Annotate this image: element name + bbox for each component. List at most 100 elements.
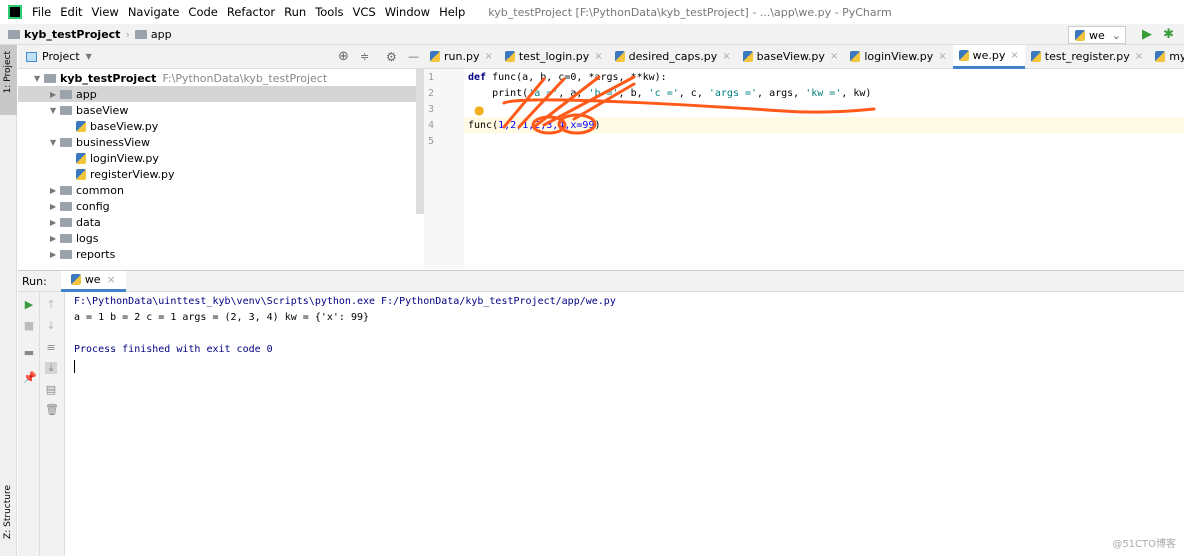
console-line: Process finished with exit code 0 — [74, 344, 273, 355]
folder-icon — [8, 29, 20, 39]
tab-label: test_login.py — [518, 50, 590, 63]
tree-item[interactable]: ▶ common — [50, 182, 124, 198]
chevron-down-icon[interactable]: ▼ — [50, 106, 60, 115]
breadcrumb-project[interactable]: kyb_testProject — [24, 28, 120, 41]
tab-myunit[interactable]: myunit.py× — [1149, 45, 1184, 69]
tree-item-path: F:\PythonData\kyb_testProject — [162, 71, 328, 85]
rerun-icon[interactable]: ▶ — [23, 299, 35, 311]
menu-vcs[interactable]: VCS — [353, 5, 376, 19]
tree-item[interactable]: ▶ reports — [50, 246, 115, 262]
chevron-down-icon[interactable]: ▼ — [50, 138, 60, 147]
menu-file[interactable]: File — [32, 5, 51, 19]
close-icon[interactable]: × — [107, 273, 116, 286]
chevron-right-icon[interactable]: ▶ — [50, 186, 60, 195]
pycharm-logo-icon — [8, 5, 22, 19]
chevron-right-icon[interactable]: ▶ — [50, 218, 60, 227]
stop-icon[interactable]: ■ — [23, 320, 35, 332]
gear-icon[interactable]: ⚙ — [386, 50, 397, 64]
tree-item[interactable]: registerView.py — [66, 166, 175, 182]
tree-item[interactable]: ▼ baseView — [50, 102, 128, 118]
debug-icon[interactable]: ✱ — [1163, 27, 1174, 42]
folder-icon — [60, 201, 72, 211]
tab-desired-caps[interactable]: desired_caps.py × — [609, 45, 737, 69]
chevron-down-icon[interactable]: ▼ — [34, 74, 44, 83]
menu-help[interactable]: Help — [439, 5, 465, 19]
tab-we[interactable]: we.py × — [952, 44, 1025, 69]
python-icon — [1155, 51, 1166, 62]
run-config-select[interactable]: we ⌄ — [1068, 26, 1126, 44]
tab-label: myunit.py — [1169, 50, 1184, 63]
python-icon — [504, 51, 515, 62]
tree-item-label: baseView.py — [90, 119, 159, 133]
close-icon[interactable]: × — [1010, 50, 1018, 61]
console-line: F:\PythonData\uinttest_kyb\venv\Scripts\… — [74, 296, 616, 307]
close-icon[interactable]: × — [830, 51, 838, 62]
print-icon[interactable]: ▤ — [45, 384, 57, 396]
menu-tools[interactable]: Tools — [315, 5, 343, 19]
console-output[interactable]: F:\PythonData\uinttest_kyb\venv\Scripts\… — [65, 292, 1184, 556]
arrow-up-icon[interactable]: ↑ — [45, 299, 57, 311]
arrow-down-icon[interactable]: ↓ — [45, 320, 57, 332]
text-cursor — [74, 360, 75, 373]
chevron-right-icon[interactable]: ▶ — [50, 250, 60, 259]
trash-icon[interactable]: 🗑 — [45, 404, 59, 416]
run-icon[interactable]: ▶ — [1142, 27, 1152, 42]
tree-item[interactable]: baseView.py — [66, 118, 158, 134]
menu-navigate[interactable]: Navigate — [128, 5, 180, 19]
project-view-select[interactable]: Project — [42, 50, 80, 63]
python-icon — [1030, 51, 1041, 62]
menu-run[interactable]: Run — [284, 5, 306, 19]
locate-icon[interactable]: ⊕ — [338, 49, 349, 64]
chevron-right-icon[interactable]: ▶ — [50, 202, 60, 211]
chevron-right-icon[interactable]: ▶ — [50, 90, 60, 99]
close-icon[interactable]: × — [1135, 51, 1143, 62]
tab-label: baseView.py — [756, 50, 825, 63]
tab-baseView[interactable]: baseView.py × — [737, 45, 845, 69]
tree-item[interactable]: ▶ logs — [50, 230, 99, 246]
project-tool-button[interactable]: 1: Project — [3, 51, 13, 93]
tab-test-login[interactable]: test_login.py × — [499, 45, 609, 69]
close-icon[interactable]: × — [484, 51, 492, 62]
chevron-down-icon[interactable]: ▼ — [86, 52, 92, 61]
scroll-to-end-icon[interactable]: ⤓ — [45, 362, 57, 374]
menu-code[interactable]: Code — [188, 5, 217, 19]
pin-icon[interactable]: 📌 — [23, 372, 37, 384]
menu-window[interactable]: Window — [385, 5, 430, 19]
run-tab-we[interactable]: we × — [60, 270, 126, 292]
structure-tool-button[interactable]: Z: Structure — [3, 485, 13, 539]
menu-view[interactable]: View — [92, 5, 119, 19]
menu-refactor[interactable]: Refactor — [227, 5, 275, 19]
tree-item-label: baseView — [76, 103, 129, 117]
close-icon[interactable]: × — [722, 51, 730, 62]
tab-loginView[interactable]: loginView.py × — [844, 45, 952, 69]
code-editor[interactable]: 1 2 3 4 5 def func(a, b, c=0, *args, **k… — [424, 69, 1184, 269]
close-icon[interactable]: × — [938, 51, 946, 62]
run-toolbar-secondary: ↑ ↓ ≡ ⤓ ▤ 🗑 — [40, 292, 65, 556]
project-panel-header: Project ▼ ⊕ ≑ ⚙ — — [18, 45, 424, 69]
folder-icon — [60, 185, 72, 195]
folder-icon — [134, 29, 147, 39]
tab-test-register[interactable]: test_register.py × — [1025, 45, 1149, 69]
folder-icon — [60, 105, 72, 115]
tree-item-label: reports — [76, 247, 116, 261]
tree-item[interactable]: ▶ config — [50, 198, 110, 214]
chevron-right-icon[interactable]: ▶ — [50, 234, 60, 243]
soft-wrap-icon[interactable]: ≡ — [45, 342, 57, 354]
close-icon[interactable]: × — [594, 51, 602, 62]
breadcrumb-folder[interactable]: app — [151, 28, 172, 41]
tree-item[interactable]: ▶ app — [18, 86, 416, 102]
tree-scrollbar[interactable] — [416, 69, 424, 214]
menu-edit[interactable]: Edit — [60, 5, 82, 19]
tab-run[interactable]: run.py × — [424, 45, 499, 69]
minimize-icon[interactable]: — — [408, 50, 419, 63]
tree-item-label: data — [76, 215, 101, 229]
tree-item[interactable]: ▶ data — [50, 214, 101, 230]
left-tool-stripe: 1: Project Z: Structure — [0, 45, 17, 556]
layout-icon[interactable]: ▬ — [23, 347, 35, 359]
tree-item[interactable]: ▼ businessView — [50, 134, 150, 150]
folder-icon — [60, 233, 72, 243]
tree-item[interactable]: loginView.py — [66, 150, 159, 166]
tree-item[interactable]: ▼ kyb_testProject F:\PythonData\kyb_testPr… — [34, 70, 327, 86]
run-panel-header: Run: we × — [18, 270, 1184, 292]
collapse-all-icon[interactable]: ≑ — [360, 50, 369, 63]
